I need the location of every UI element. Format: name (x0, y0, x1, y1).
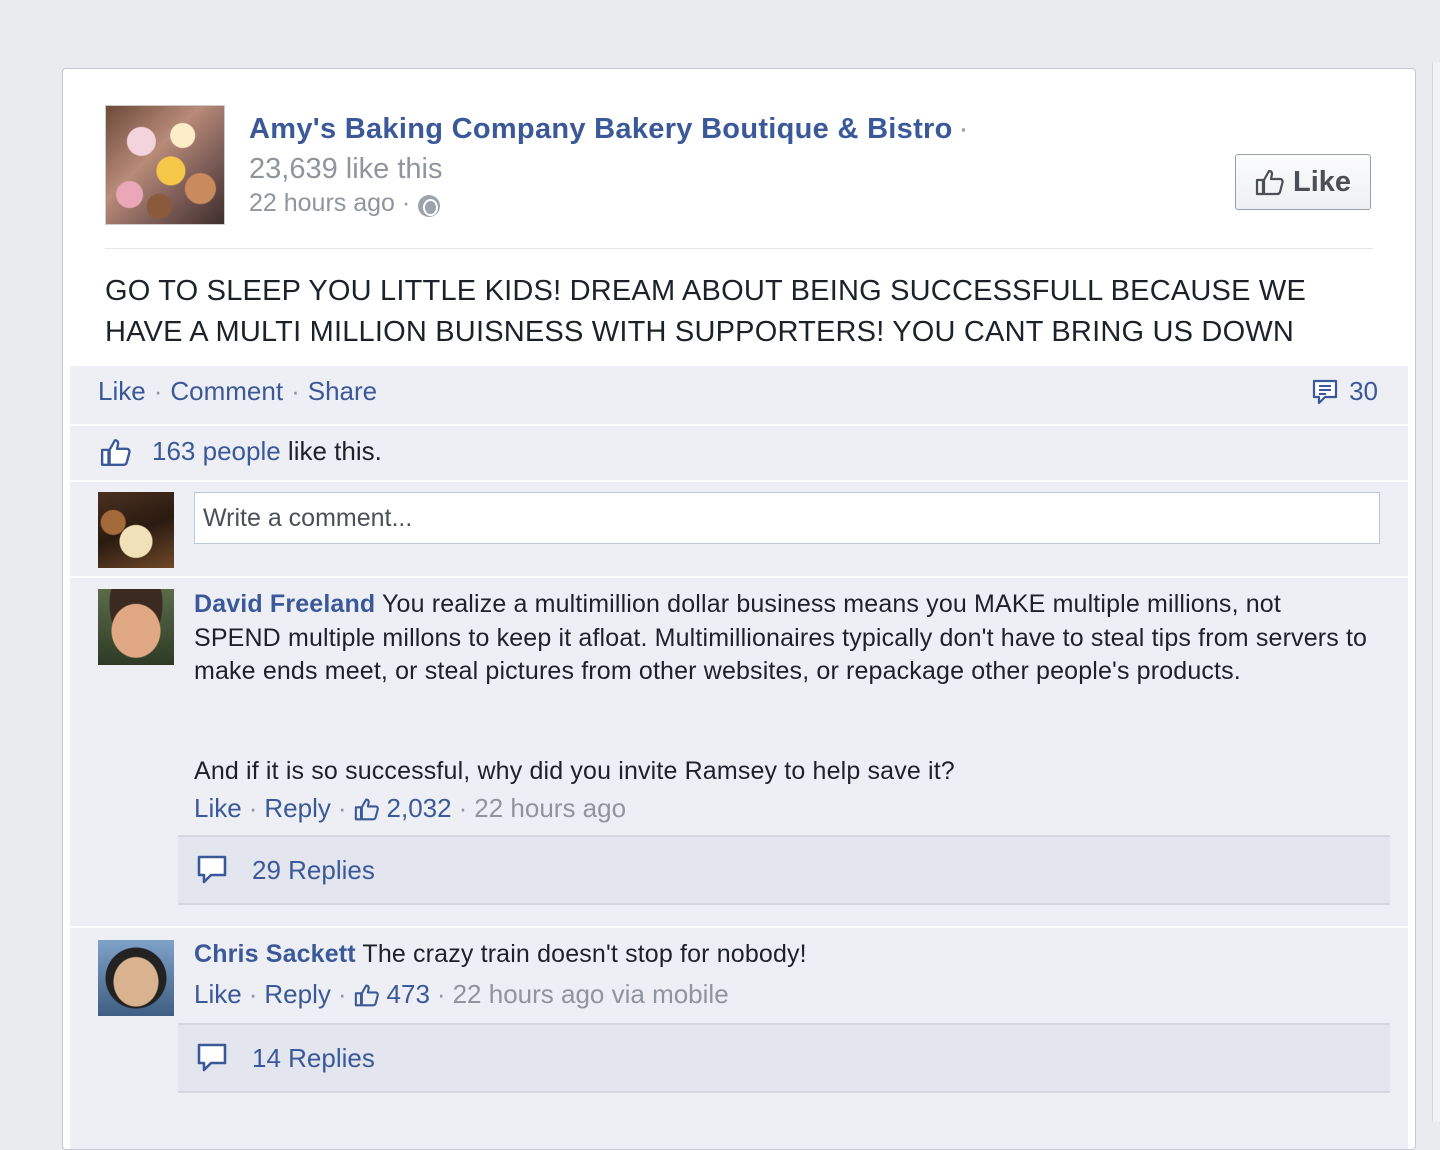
comment-body: Chris Sackett The crazy train doesn't st… (194, 938, 1374, 972)
page-like-label: Like (1292, 165, 1352, 198)
comment-like-count[interactable]: 2,032 (387, 793, 452, 824)
post-timestamp[interactable]: 22 hours ago · (249, 189, 410, 218)
separator-dot: · (337, 979, 347, 1009)
comment-count[interactable]: 30 (1311, 376, 1378, 407)
comment-count-value: 30 (1349, 376, 1378, 406)
commenter-avatar[interactable] (98, 589, 174, 665)
comment-text: The crazy train doesn't stop for nobody! (362, 940, 807, 968)
likers-link[interactable]: 163 people (152, 436, 281, 466)
comment-input[interactable] (194, 492, 1380, 544)
page-like-button[interactable]: Like (1235, 154, 1371, 210)
thumbs-up-icon (354, 983, 380, 1007)
replies-count: 29 Replies (252, 854, 375, 885)
comment-icon (1311, 378, 1339, 406)
row-divider (70, 480, 1408, 482)
comment-like-link[interactable]: Like (194, 793, 242, 824)
comment-author[interactable]: David Freeland (194, 590, 375, 618)
comment-like-link[interactable]: Like (194, 979, 242, 1010)
page-name-link[interactable]: Amy's Baking Company Bakery Boutique & B… (249, 113, 953, 145)
row-divider (178, 903, 1390, 905)
commenter-avatar[interactable] (98, 940, 174, 1016)
viewer-avatar (98, 492, 174, 568)
right-column-edge (1432, 62, 1440, 1122)
likes-summary: 163 people like this. (100, 436, 382, 467)
comment-body: David Freeland You realize a multimillio… (194, 588, 1374, 689)
comment-reply-link[interactable]: Reply (264, 793, 330, 824)
comment-like-count[interactable]: 473 (387, 979, 430, 1010)
feedback-section: Like · Comment · Share 30 163 people lik… (70, 366, 1408, 1149)
comment-body-paragraph: And if it is so successful, why did you … (194, 757, 955, 785)
share-link[interactable]: Share (308, 376, 377, 407)
globe-icon (418, 194, 441, 217)
comment-author[interactable]: Chris Sackett (194, 940, 356, 968)
comment-reply-link[interactable]: Reply (264, 979, 330, 1010)
row-divider (70, 576, 1408, 578)
header-divider (105, 248, 1373, 249)
comment-time[interactable]: 22 hours ago via mobile (453, 979, 729, 1010)
likes-suffix: like this. (287, 436, 382, 466)
separator-dot: · (458, 793, 468, 823)
separator-dot: · (248, 793, 258, 823)
separator-dot: · (436, 979, 446, 1009)
post-card: Amy's Baking Company Bakery Boutique & B… (62, 68, 1416, 1150)
like-link[interactable]: Like (98, 376, 146, 407)
post-timestamp-line: 22 hours ago · (249, 189, 441, 218)
page-name-line: Amy's Baking Company Bakery Boutique & B… (249, 113, 969, 146)
separator-dot: · (958, 113, 969, 145)
thumbs-up-icon (100, 437, 132, 467)
post-actions: Like · Comment · Share (98, 376, 377, 407)
comment-meta: Like · Reply · 2,032 · 22 hours ago (194, 793, 626, 824)
page-likes-count: 23,639 like this (249, 153, 443, 185)
row-divider (178, 1091, 1390, 1093)
view-replies-button[interactable]: 14 Replies (178, 1023, 1390, 1091)
speech-bubble-icon (196, 854, 230, 886)
thumbs-up-icon (1255, 168, 1285, 196)
post-text: GO TO SLEEP YOU LITTLE KIDS! DREAM ABOUT… (105, 275, 1306, 348)
replies-count: 14 Replies (252, 1042, 375, 1073)
comment-time[interactable]: 22 hours ago (474, 793, 626, 824)
row-divider (70, 926, 1408, 928)
comment-link[interactable]: Comment (170, 376, 283, 407)
page-avatar[interactable] (105, 105, 225, 225)
speech-bubble-icon (196, 1042, 230, 1074)
thumbs-up-icon (354, 797, 380, 821)
separator-dot: · (153, 376, 163, 406)
separator-dot: · (248, 979, 258, 1009)
view-replies-button[interactable]: 29 Replies (178, 835, 1390, 903)
separator-dot: · (291, 376, 300, 406)
row-divider (70, 424, 1408, 426)
comment-meta: Like · Reply · 473 · 22 hours ago via mo… (194, 979, 729, 1010)
separator-dot: · (337, 793, 347, 823)
